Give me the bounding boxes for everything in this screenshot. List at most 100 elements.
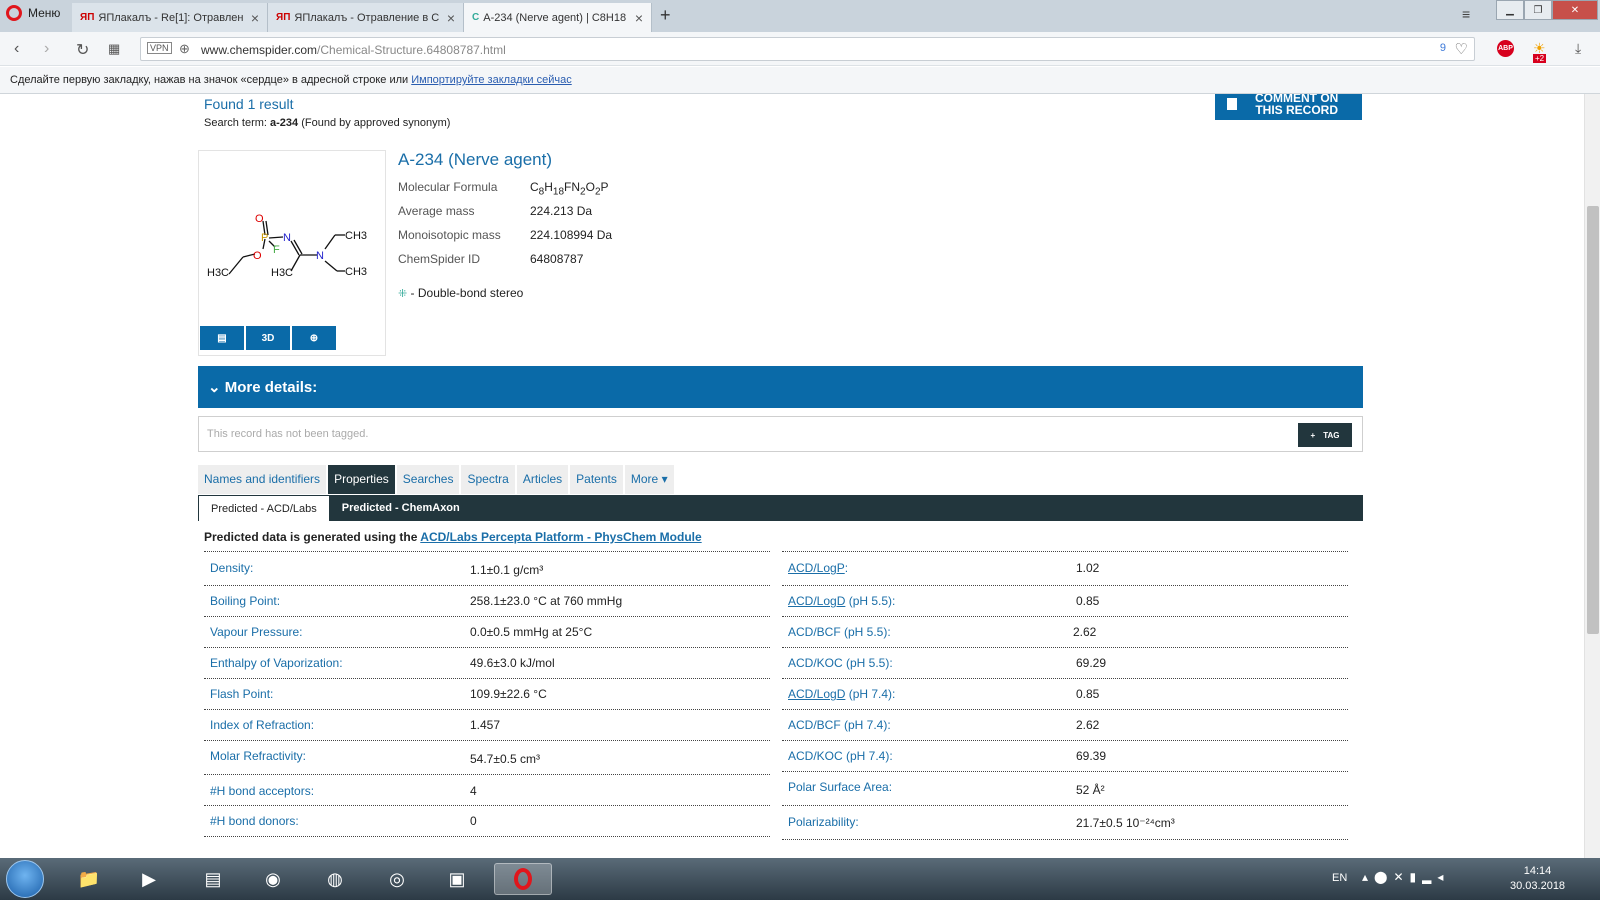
close-icon[interactable]: × (245, 10, 259, 26)
address-bar-row: ‹ › ↻ ▦ VPN ⊕ www.chemspider.com/Chemica… (0, 32, 1600, 66)
methyl-label: CH3 (345, 230, 367, 242)
save-floppy-icon[interactable]: ▤ (196, 863, 230, 895)
globe-icon: ⊕ (179, 41, 190, 56)
chemspider-id-label: ChemSpider ID (398, 252, 481, 266)
tracker-badge-count[interactable]: 9 (1440, 42, 1446, 54)
browser-tab-1[interactable]: ЯП ЯПлакалъ - Re[1]: Отравлен × (72, 3, 268, 32)
table-row: Density: 1.1±0.1 g/cm³ (204, 552, 770, 586)
download-icon[interactable]: ⤓ (1575, 40, 1581, 57)
comment-icon (1227, 98, 1237, 110)
vpn-badge[interactable]: VPN (147, 42, 172, 54)
view-3d-button[interactable]: 3D (246, 326, 290, 350)
opera-logo-icon (6, 5, 22, 21)
firefox-icon[interactable]: ◍ (318, 863, 352, 895)
atom-f-label: F (273, 244, 280, 256)
tab-favicon: C (472, 12, 480, 23)
close-icon[interactable]: × (629, 10, 643, 26)
media-player-icon[interactable]: ▶ (132, 863, 166, 895)
scrollbar-thumb[interactable] (1587, 206, 1599, 634)
close-icon[interactable]: × (441, 10, 455, 26)
table-row: Vapour Pressure: 0.0±0.5 mmHg at 25°C (204, 617, 770, 648)
save-icon: ▤ (217, 332, 227, 344)
browser-menu-button[interactable]: Меню (6, 5, 60, 21)
atom-o-label: O (255, 213, 264, 225)
table-row: ACD/BCF (pH 5.5): 2.62 (782, 617, 1348, 648)
acd-logd-link[interactable]: ACD/LogD (788, 687, 845, 701)
predicted-subtabs: Predicted - ACD/Labs Predicted - ChemAxo… (198, 495, 1363, 521)
tab-properties[interactable]: Properties (328, 465, 395, 494)
tab-searches[interactable]: Searches (396, 465, 460, 494)
file-explorer-icon[interactable]: 📁 (72, 863, 106, 895)
zoom-magnifier-icon: ⊕ (309, 332, 319, 344)
zoom-button[interactable]: ⊕ (292, 326, 336, 350)
properties-table-left: Density: 1.1±0.1 g/cm³ Boiling Point: 25… (204, 551, 770, 837)
reload-icon[interactable]: ↻ (76, 40, 89, 60)
methyl-label: H3C (271, 267, 293, 279)
url-input[interactable]: VPN ⊕ www.chemspider.com/Chemical-Struct… (140, 37, 1475, 61)
tab-patents[interactable]: Patents (570, 465, 623, 494)
stereo-note: ⁜ - Double-bond stereo (398, 286, 524, 300)
chemical-structure-diagram: O P N F O N CH3 CH3 H3C H3C (207, 213, 367, 279)
browser-tab-3-active[interactable]: C A-234 (Nerve agent) | C8H18 × (464, 3, 652, 32)
tab-favicon: ЯП (80, 12, 95, 23)
minimize-icon[interactable]: ▁ (1496, 0, 1524, 20)
table-row: ACD/KOC (pH 7.4): 69.39 (782, 741, 1348, 772)
new-tab-plus-icon[interactable]: + (660, 5, 671, 26)
window-close-icon[interactable]: ✕ (1552, 0, 1598, 20)
avg-mass-label: Average mass (398, 204, 475, 218)
language-indicator[interactable]: EN (1332, 872, 1347, 884)
back-arrow-icon[interactable]: ‹ (14, 40, 19, 58)
system-tray[interactable]: ▴⬤✕▮▂◂ (1362, 870, 1449, 884)
table-row: #H bond donors: 0 (204, 806, 770, 837)
speed-dial-grid-icon[interactable]: ▦ (108, 41, 120, 57)
url-text: www.chemspider.com/Chemical-Structure.64… (201, 43, 506, 57)
percepta-link[interactable]: ACD/Labs Percepta Platform - PhysChem Mo… (420, 530, 701, 544)
predicted-note: Predicted data is generated using the AC… (204, 530, 702, 544)
tab-title: A-234 (Nerve agent) | C8H18 (483, 11, 627, 24)
chrome-icon[interactable]: ◉ (256, 863, 290, 895)
adblock-plus-icon[interactable]: ABP (1497, 40, 1514, 57)
table-row: ACD/KOC (pH 5.5): 69.29 (782, 648, 1348, 679)
subtab-acd-labs[interactable]: Predicted - ACD/Labs (198, 495, 330, 521)
import-bookmarks-link[interactable]: Импортируйте закладки сейчас (411, 74, 572, 86)
forward-arrow-icon[interactable]: › (44, 40, 49, 58)
table-row: Polarizability: 21.7±0.5 10⁻²⁴cm³ (782, 806, 1348, 840)
avg-mass-value: 224.213 Da (530, 204, 593, 218)
heart-bookmark-icon[interactable]: ♡ (1455, 40, 1468, 58)
tab-articles[interactable]: Articles (516, 465, 569, 494)
browser-tab-2[interactable]: ЯП ЯПлакалъ - Отравление в С × (268, 3, 464, 32)
tab-menu-icon[interactable]: ≡ (1462, 6, 1470, 22)
properties-table-right: ACD/LogP: 1.02 ACD/LogD (pH 5.5): 0.85 A… (782, 551, 1348, 840)
acd-logp-link[interactable]: ACD/LogP (788, 561, 845, 575)
table-row: Boiling Point: 258.1±23.0 °C at 760 mmHg (204, 586, 770, 617)
tab-title: ЯПлакалъ - Re[1]: Отравлен (98, 11, 244, 24)
table-row: ACD/LogP: 1.02 (782, 552, 1348, 586)
terminal-icon[interactable]: ▣ (440, 863, 474, 895)
extension-badge: +2 (1533, 54, 1547, 63)
opera-taskbar-icon[interactable] (494, 863, 552, 895)
plus-icon: + (1310, 430, 1316, 440)
acd-logd-link[interactable]: ACD/LogD (788, 594, 845, 608)
tag-placeholder: This record has not been tagged. (207, 428, 369, 440)
maximize-icon[interactable]: ❐ (1524, 0, 1552, 20)
tab-names-identifiers[interactable]: Names and identifiers (198, 465, 327, 494)
tag-button[interactable]: + TAG (1298, 423, 1352, 447)
found-results: Found 1 result (204, 96, 294, 112)
save-structure-button[interactable]: ▤ (200, 326, 244, 350)
mono-mass-label: Monoisotopic mass (398, 228, 501, 242)
tab-spectra[interactable]: Spectra (461, 465, 515, 494)
search-term: Search term: a-234 (Found by approved sy… (204, 117, 451, 129)
start-button-windows-icon[interactable] (6, 860, 44, 898)
taskbar-clock[interactable]: 14:14 30.03.2018 (1510, 864, 1565, 894)
browser-tab-bar: Меню ЯП ЯПлакалъ - Re[1]: Отравлен × ЯП … (0, 0, 1600, 32)
bookmark-hint: Сделайте первую закладку, нажав на значо… (10, 74, 409, 86)
subtab-chemaxon[interactable]: Predicted - ChemAxon (330, 495, 472, 521)
tab-more[interactable]: More ▾ (624, 465, 674, 494)
tab-title: ЯПлакалъ - Отравление в С (294, 11, 440, 24)
comment-on-record-button[interactable]: COMMENT ON THIS RECORD (1215, 94, 1362, 120)
page-scrollbar[interactable] (1584, 94, 1600, 858)
more-details-bar[interactable]: ⌄ More details: (198, 366, 1363, 408)
methyl-label: H3C (207, 267, 229, 279)
app-swirl-icon[interactable]: ◎ (380, 863, 414, 895)
caret-down-icon: ▾ (661, 472, 668, 486)
